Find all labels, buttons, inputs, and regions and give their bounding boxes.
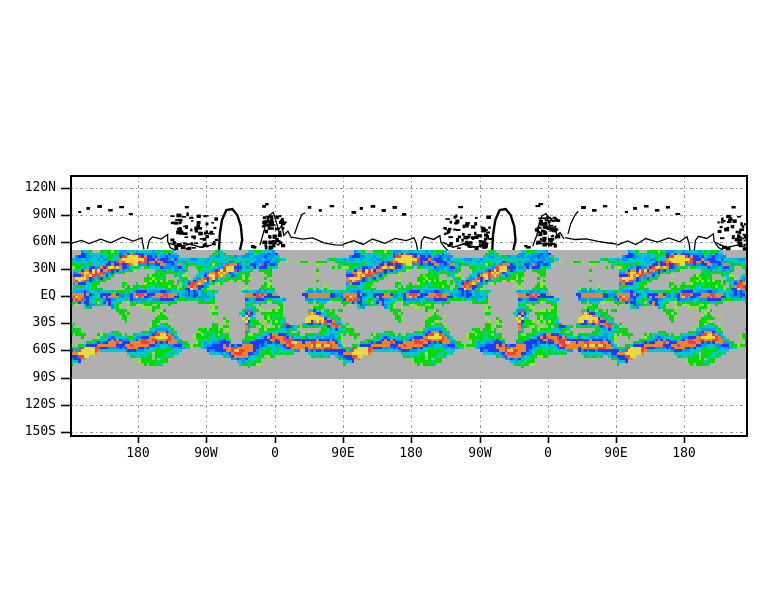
map-canvas xyxy=(0,0,784,612)
map-plot-page: 120N90N60N30NEQ30S60S90S120S150S 18090W0… xyxy=(0,0,784,612)
